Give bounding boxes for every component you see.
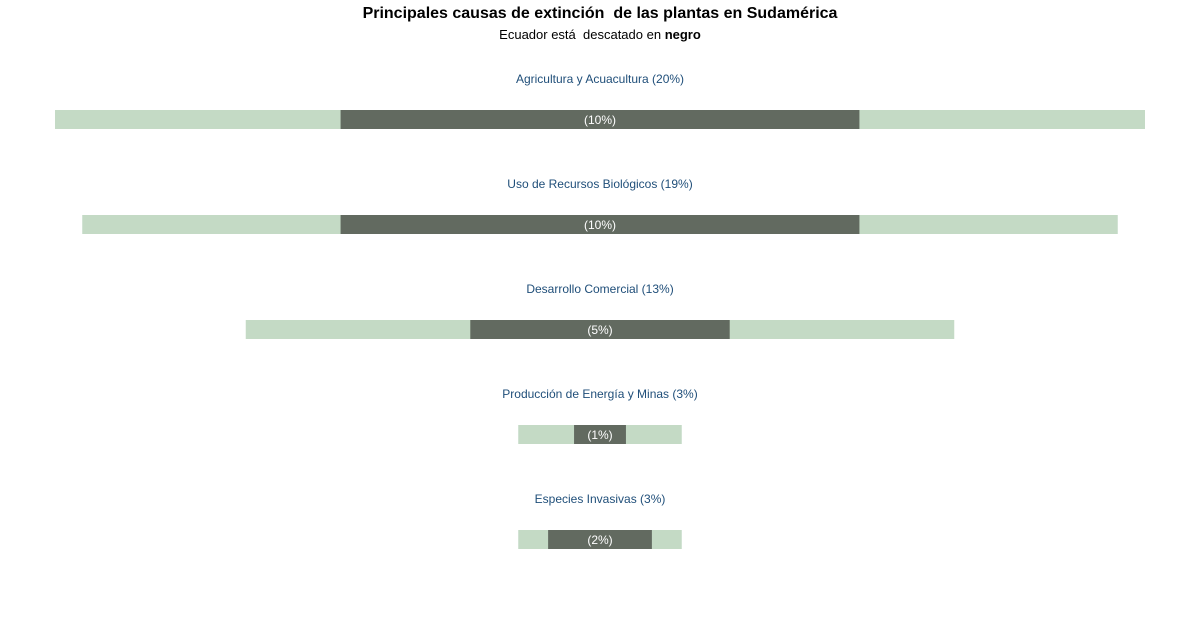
category-label-cat-4: Especies Invasivas (3%) [535,492,666,506]
value-label-cat-3: (1%) [587,428,612,442]
chart-plot: Agricultura y Acuacultura (20%) (10%) Uso … [55,72,1145,549]
category-label-cat-3: Producción de Energía y Minas (3%) [502,387,697,401]
value-label-cat-1: (10%) [584,218,616,232]
category-label-cat-0: Agricultura y Acuacultura (20%) [516,72,684,86]
value-label-cat-2: (5%) [587,323,612,337]
category-label-cat-1: Uso de Recursos Biológicos (19%) [507,177,692,191]
value-label-cat-4: (2%) [587,533,612,547]
category-label-cat-2: Desarrollo Comercial (13%) [526,282,673,296]
value-label-cat-0: (10%) [584,113,616,127]
